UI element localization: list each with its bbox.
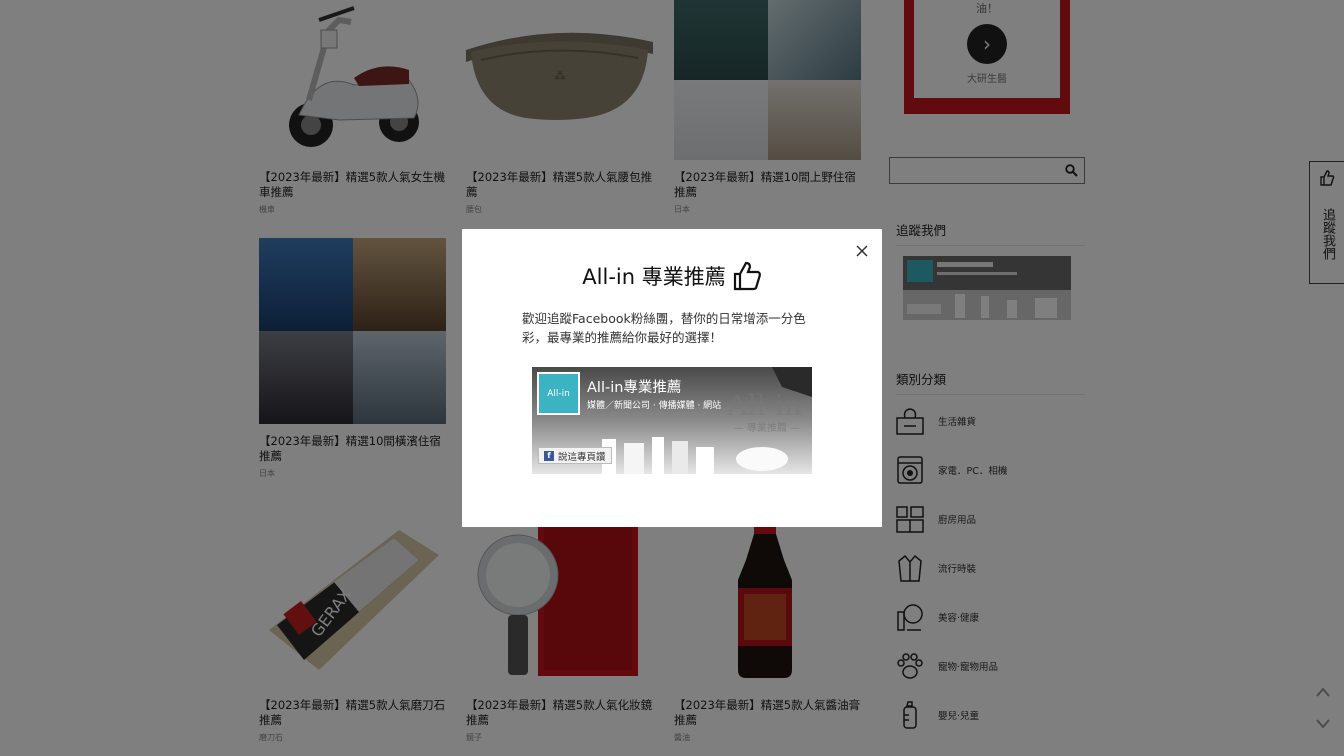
fb-page-name[interactable]: All-in專業推薦 — [587, 376, 681, 397]
fb-like-button[interactable]: f 說這專頁讚 — [538, 447, 612, 464]
fb-banner-watermark-sub: — 專業推薦 — — [733, 423, 800, 434]
fb-banner-watermark: All-in — [727, 389, 802, 422]
fb-page-logo[interactable]: All-in — [537, 372, 580, 415]
facebook-icon: f — [544, 450, 554, 461]
modal-title: All-in 專業推薦 — [582, 265, 726, 289]
modal-description: 歡迎追蹤Facebook粉絲團，替你的日常增添一分色彩，最專業的推薦給你最好的選… — [522, 311, 806, 345]
modal-title-row: All-in 專業推薦 — [462, 261, 882, 291]
fb-page-subtitle: 媒體／新聞公司 · 傳播媒體 · 網站 — [587, 401, 722, 411]
fb-like-label: 說這專頁讚 — [558, 451, 606, 463]
facebook-follow-modal: All-in 專業推薦 歡迎追蹤Facebook粉絲團，替你的日常增添一分色彩，… — [462, 229, 882, 527]
close-icon[interactable] — [856, 245, 868, 257]
facebook-page-widget[interactable]: All-in — 專業推薦 — All-in All-in專業推薦 媒體／新聞公… — [532, 367, 812, 474]
thumbs-up-icon — [733, 261, 761, 291]
